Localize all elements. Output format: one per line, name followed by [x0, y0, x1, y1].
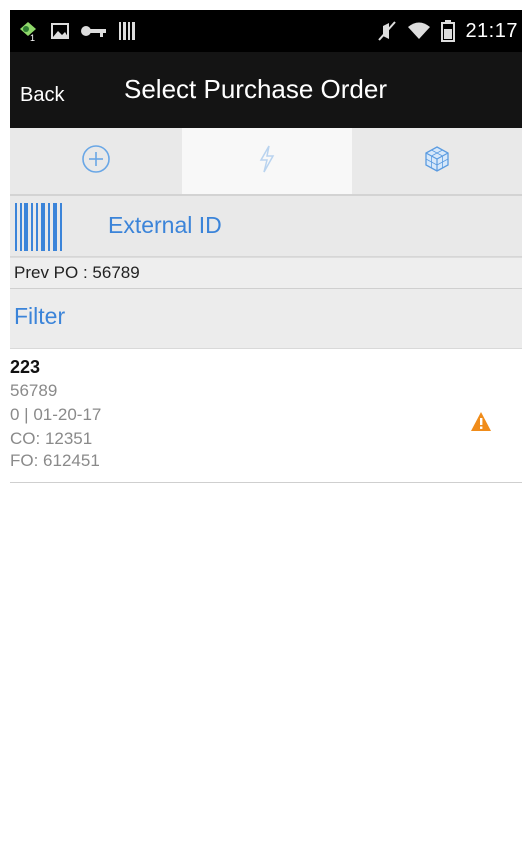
- app-frame: 1 21:17 Back Select Purchase Order Exter…: [10, 10, 522, 868]
- action-bar: Back Select Purchase Order: [10, 52, 522, 128]
- app-notification-icon: 1: [16, 19, 40, 43]
- barcode-icon[interactable]: [14, 203, 66, 251]
- order-status-date: 0 | 01-20-17: [10, 405, 102, 424]
- filter-label: Filter: [14, 303, 66, 329]
- order-fo: FO: 612451: [10, 451, 100, 470]
- external-id-input[interactable]: External ID: [108, 212, 222, 239]
- mute-icon: [377, 20, 397, 42]
- back-button[interactable]: Back: [20, 78, 64, 112]
- add-circle-icon: [81, 144, 111, 179]
- tab-cube[interactable]: [352, 128, 522, 194]
- prev-po-bar: Prev PO : 56789: [10, 257, 522, 289]
- order-number: 56789: [10, 381, 58, 400]
- tab-quick-action[interactable]: [182, 128, 352, 194]
- status-bar-right: 21:17: [377, 10, 518, 52]
- order-co: CO: 12351: [10, 429, 93, 448]
- prev-po-text: Prev PO : 56789: [14, 263, 140, 282]
- battery-icon: [441, 20, 456, 42]
- wifi-icon: [407, 21, 431, 41]
- lightning-icon: [257, 144, 277, 179]
- status-bar: 1 21:17: [10, 10, 522, 52]
- tab-bar: [10, 128, 522, 196]
- order-id: 223: [10, 357, 41, 377]
- status-time: 21:17: [465, 19, 518, 42]
- list-item[interactable]: 223 56789 0 | 01-20-17 CO: 12351 FO: 612…: [10, 349, 522, 483]
- image-icon: [50, 21, 70, 41]
- warning-icon: [470, 411, 492, 433]
- status-bar-left: 1: [16, 10, 136, 52]
- cube-icon: [423, 145, 451, 178]
- page-title: Select Purchase Order: [124, 74, 388, 104]
- filter-input[interactable]: Filter: [10, 289, 522, 349]
- svg-text:1: 1: [30, 33, 35, 43]
- key-icon: [80, 21, 108, 41]
- scan-row: External ID: [10, 196, 522, 257]
- tab-add[interactable]: [10, 128, 182, 194]
- barcode-small-icon: [118, 20, 136, 42]
